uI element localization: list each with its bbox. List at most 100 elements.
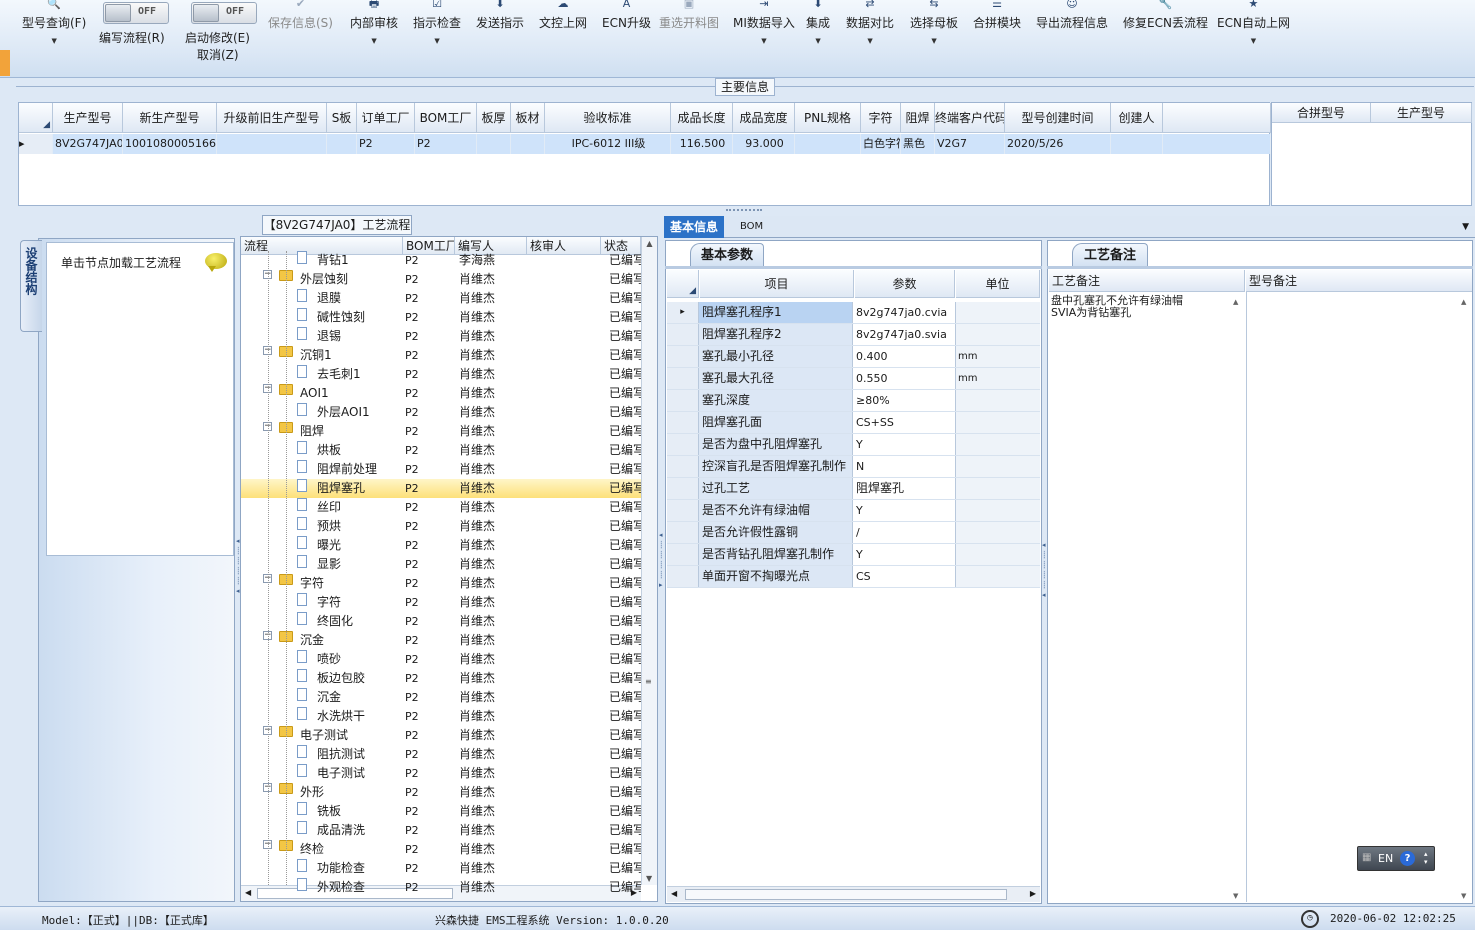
tree-node[interactable]: 阻焊前处理 P2 肖维杰 已编写 xyxy=(241,460,641,479)
row-indicator[interactable] xyxy=(667,434,699,455)
row-indicator[interactable] xyxy=(667,522,699,543)
toolbar-btn-10[interactable]: ⇥ MI数据导入 ▼ xyxy=(733,0,795,45)
ime-widget[interactable]: ▦ EN ? ▴ ▾ xyxy=(1357,846,1435,871)
column-header[interactable]: 验收标准 xyxy=(545,103,671,133)
tab-basic-info[interactable]: 基本信息 xyxy=(664,216,725,238)
param-row[interactable]: 是否允许假性露铜 / xyxy=(667,522,1040,544)
param-value[interactable]: 8v2g747ja0.cvia xyxy=(854,302,954,323)
toggle-knob[interactable] xyxy=(193,4,219,22)
chevron-down-icon[interactable]: ▼ xyxy=(910,37,958,45)
table-cell[interactable]: P2 xyxy=(357,134,415,154)
toolbar-btn-0[interactable]: 🔍 型号查询(F) ▼ xyxy=(22,0,86,45)
column-header[interactable]: 字符 xyxy=(861,103,901,133)
chevron-down-icon[interactable]: ▼ xyxy=(846,37,894,45)
column-header[interactable]: BOM工厂 xyxy=(415,103,477,133)
notes-scrollbar-2[interactable]: ▲ ▼ xyxy=(1461,296,1472,902)
tree-node[interactable]: 退锡 P2 肖维杰 已编写 xyxy=(241,327,641,346)
chevron-down-icon[interactable]: ▼ xyxy=(806,37,830,45)
tree-node[interactable]: 外层AOI1 P2 肖维杰 已编写 xyxy=(241,403,641,422)
merge-column-header[interactable]: 合拼型号 xyxy=(1272,103,1371,123)
param-row[interactable]: 控深盲孔是否阻焊塞孔制作 N xyxy=(667,456,1040,478)
row-indicator[interactable]: ▸ xyxy=(19,134,53,154)
table-cell[interactable]: IPC-6012 III级 xyxy=(545,134,671,154)
table-cell[interactable]: 116.500 xyxy=(671,134,733,154)
tree-node[interactable]: 预烘 P2 肖维杰 已编写 xyxy=(241,517,641,536)
toolbar-btn-13[interactable]: ⇆ 选择母板 ▼ xyxy=(910,0,958,45)
param-row[interactable]: 单面开窗不掏曝光点 CS xyxy=(667,566,1040,588)
param-row[interactable]: 过孔工艺 阻焊塞孔 xyxy=(667,478,1040,500)
table-cell[interactable]: V2G7 xyxy=(935,134,1005,154)
tree-node[interactable]: 丝印 P2 肖维杰 已编写 xyxy=(241,498,641,517)
tree-node[interactable]: 电子测试 P2 肖维杰 已编写 xyxy=(241,764,641,783)
toolbar-btn-14[interactable]: ☰ 合拼模块 xyxy=(973,0,1021,31)
param-value[interactable]: CS xyxy=(854,566,954,587)
tree-node[interactable]: −电子测试P2肖维杰已编写 xyxy=(241,726,641,745)
param-row[interactable]: 是否背钻孔阻焊塞孔制作 Y xyxy=(667,544,1040,566)
tree-node[interactable]: 功能检查 P2 肖维杰 已编写 xyxy=(241,859,641,878)
tree-node[interactable]: −字符P2肖维杰已编写 xyxy=(241,574,641,593)
row-indicator[interactable] xyxy=(667,500,699,521)
tree-node[interactable]: −外形P2肖维杰已编写 xyxy=(241,783,641,802)
column-header[interactable]: PNL规格 xyxy=(795,103,861,133)
toggle-start-modify[interactable]: OFF xyxy=(191,2,257,24)
toolbar-btn-17[interactable]: ★ ECN自动上网 ▼ xyxy=(1217,0,1290,45)
param-value[interactable]: / xyxy=(854,522,954,543)
column-header[interactable]: S板 xyxy=(327,103,357,133)
column-header[interactable]: 成品长度 xyxy=(671,103,733,133)
tab-dropdown-icon[interactable]: ▼ xyxy=(1462,222,1469,232)
toolbar-btn-11[interactable]: ⬇ 集成 ▼ xyxy=(806,0,830,45)
toolbar-btn-9[interactable]: ▣ 重选开料图 xyxy=(659,0,719,31)
splitter-right-handle[interactable]: ◂ ┊ ┊ ┊ ┊ ◂ xyxy=(1042,540,1046,606)
chevron-down-icon[interactable]: ▼ xyxy=(1217,37,1290,45)
toggle-write-flow[interactable]: OFF xyxy=(103,2,169,24)
param-value[interactable]: 0.550 xyxy=(854,368,954,389)
chevron-down-icon[interactable]: ▼ xyxy=(22,37,86,45)
ime-arrows-icon[interactable]: ▴ ▾ xyxy=(1424,850,1428,866)
param-value[interactable]: N xyxy=(854,456,954,477)
tree-node[interactable]: 铣板 P2 肖维杰 已编写 xyxy=(241,802,641,821)
tree-node[interactable]: 背钻1 P2 李海燕 已编写 xyxy=(241,251,641,270)
table-cell[interactable]: 93.000 xyxy=(733,134,795,154)
table-cell[interactable]: 10010800051661 xyxy=(123,134,217,154)
row-indicator[interactable] xyxy=(667,478,699,499)
params-hscroll[interactable]: ◀ ▶ xyxy=(667,886,1040,902)
tree-node[interactable]: 水洗烘干 P2 肖维杰 已编写 xyxy=(241,707,641,726)
tree-node[interactable]: 显影 P2 肖维杰 已编写 xyxy=(241,555,641,574)
chevron-down-icon[interactable]: ▼ xyxy=(413,37,461,45)
column-header[interactable]: 成品宽度 xyxy=(733,103,795,133)
row-indicator[interactable] xyxy=(667,566,699,587)
tree-node[interactable]: −沉铜1P2肖维杰已编写 xyxy=(241,346,641,365)
table-cell[interactable]: 黑色 xyxy=(901,134,935,154)
vtab-equipment-structure[interactable]: 设备结构 xyxy=(20,240,42,332)
splitter-mid-handle[interactable]: ◂ ┊ ┊ ┊ ┊ ▸ xyxy=(659,530,663,600)
column-header[interactable]: 生产型号 xyxy=(53,103,123,133)
tree-node[interactable]: 沉金 P2 肖维杰 已编写 xyxy=(241,688,641,707)
param-row[interactable]: 塞孔最大孔径 0.550 mm xyxy=(667,368,1040,390)
toolbar-btn-4[interactable]: 🖶 内部审核 ▼ xyxy=(350,0,398,45)
params-column-header[interactable]: 单位 xyxy=(956,270,1040,298)
tab-bom[interactable]: BOM xyxy=(734,216,769,238)
table-cell[interactable]: 2020/5/26 xyxy=(1005,134,1111,154)
column-header[interactable]: 创建人 xyxy=(1111,103,1163,133)
tree-node[interactable]: 碱性蚀刻 P2 肖维杰 已编写 xyxy=(241,308,641,327)
params-column-header[interactable]: 参数 xyxy=(855,270,955,298)
row-indicator[interactable] xyxy=(667,412,699,433)
notes-scrollbar-1[interactable]: ▲ ▼ xyxy=(1233,296,1244,902)
row-indicator[interactable] xyxy=(667,456,699,477)
column-header[interactable]: 板材 xyxy=(511,103,545,133)
help-icon[interactable]: ? xyxy=(1400,851,1415,866)
toolbar-btn-15[interactable]: ☺ 导出流程信息 xyxy=(1036,0,1108,31)
tree-node[interactable]: 板边包胶 P2 肖维杰 已编写 xyxy=(241,669,641,688)
param-row[interactable]: 塞孔深度 ≥80% xyxy=(667,390,1040,412)
row-indicator[interactable]: ▸ xyxy=(667,302,699,323)
tree-node[interactable]: 烘板 P2 肖维杰 已编写 xyxy=(241,441,641,460)
cancel-label[interactable]: 取消(Z) xyxy=(197,46,239,63)
table-cell[interactable]: 8V2G747JA0 xyxy=(53,134,123,154)
column-header[interactable]: 升级前旧生产型号 xyxy=(217,103,327,133)
tree-node[interactable]: 终固化 P2 肖维杰 已编写 xyxy=(241,612,641,631)
table-cell[interactable]: P2 xyxy=(415,134,477,154)
param-value[interactable]: Y xyxy=(854,434,954,455)
toolbar-btn-6[interactable]: ⬇ 发送指示 xyxy=(476,0,524,31)
row-indicator[interactable] xyxy=(667,390,699,411)
toolbar-btn-8[interactable]: A ECN升级 xyxy=(602,0,651,31)
